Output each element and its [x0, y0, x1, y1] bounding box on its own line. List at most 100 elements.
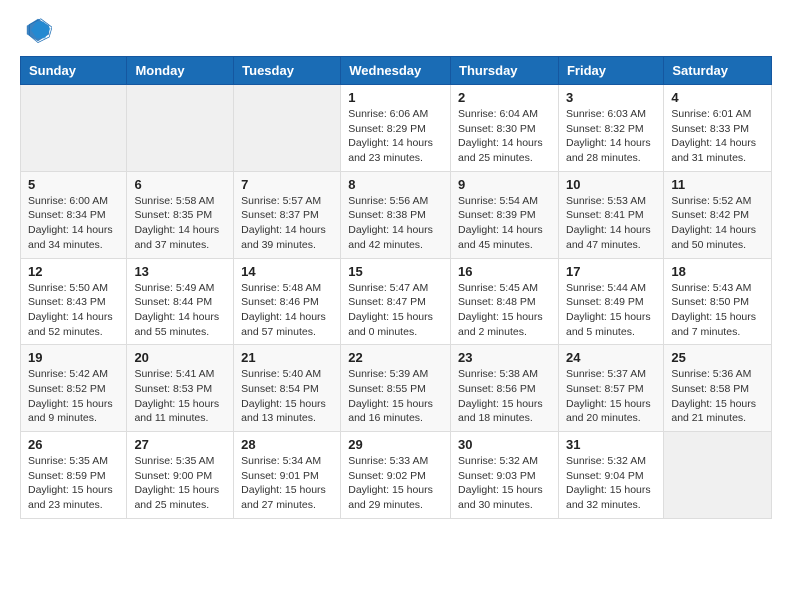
day-number: 9 [458, 177, 551, 192]
calendar-cell: 24 Sunrise: 5:37 AM Sunset: 8:57 PM Dayli… [558, 345, 663, 432]
day-info: Sunrise: 5:35 AM Sunset: 8:59 PM Dayligh… [28, 454, 119, 513]
day-number: 13 [134, 264, 226, 279]
day-number: 19 [28, 350, 119, 365]
calendar-cell: 7 Sunrise: 5:57 AM Sunset: 8:37 PM Daylig… [234, 171, 341, 258]
calendar-cell: 31 Sunrise: 5:32 AM Sunset: 9:04 PM Dayli… [558, 432, 663, 519]
calendar-cell: 26 Sunrise: 5:35 AM Sunset: 8:59 PM Dayli… [21, 432, 127, 519]
weekday-header-row: SundayMondayTuesdayWednesdayThursdayFrid… [21, 57, 772, 85]
calendar-week-2: 5Sunrise: 6:00 AM Sunset: 8:34 PM Daylig… [21, 171, 772, 258]
page: SundayMondayTuesdayWednesdayThursdayFrid… [0, 0, 792, 535]
calendar-cell: 2Sunrise: 6:04 AM Sunset: 8:30 PM Daylig… [451, 85, 559, 172]
day-info: Sunrise: 5:52 AM Sunset: 8:42 PM Dayligh… [671, 194, 764, 253]
day-number: 14 [241, 264, 333, 279]
calendar-cell: 11 Sunrise: 5:52 AM Sunset: 8:42 PM Dayli… [664, 171, 772, 258]
weekday-header-tuesday: Tuesday [234, 57, 341, 85]
day-number: 30 [458, 437, 551, 452]
day-info: Sunrise: 5:58 AM Sunset: 8:35 PM Dayligh… [134, 194, 226, 253]
calendar-cell: 19 Sunrise: 5:42 AM Sunset: 8:52 PM Dayli… [21, 345, 127, 432]
day-number: 23 [458, 350, 551, 365]
day-info: Sunrise: 6:04 AM Sunset: 8:30 PM Dayligh… [458, 107, 551, 166]
weekday-header-saturday: Saturday [664, 57, 772, 85]
calendar-cell: 4Sunrise: 6:01 AM Sunset: 8:33 PM Daylig… [664, 85, 772, 172]
calendar-cell [21, 85, 127, 172]
calendar-cell: 13 Sunrise: 5:49 AM Sunset: 8:44 PM Dayli… [127, 258, 234, 345]
day-info: Sunrise: 5:43 AM Sunset: 8:50 PM Dayligh… [671, 281, 764, 340]
day-info: Sunrise: 5:35 AM Sunset: 9:00 PM Dayligh… [134, 454, 226, 513]
day-info: Sunrise: 6:03 AM Sunset: 8:32 PM Dayligh… [566, 107, 656, 166]
day-number: 21 [241, 350, 333, 365]
day-info: Sunrise: 5:34 AM Sunset: 9:01 PM Dayligh… [241, 454, 333, 513]
day-info: Sunrise: 5:45 AM Sunset: 8:48 PM Dayligh… [458, 281, 551, 340]
day-info: Sunrise: 5:48 AM Sunset: 8:46 PM Dayligh… [241, 281, 333, 340]
day-number: 29 [348, 437, 443, 452]
day-info: Sunrise: 5:39 AM Sunset: 8:55 PM Dayligh… [348, 367, 443, 426]
weekday-header-friday: Friday [558, 57, 663, 85]
day-number: 28 [241, 437, 333, 452]
day-number: 11 [671, 177, 764, 192]
day-number: 26 [28, 437, 119, 452]
day-number: 3 [566, 90, 656, 105]
calendar-cell: 14 Sunrise: 5:48 AM Sunset: 8:46 PM Dayli… [234, 258, 341, 345]
day-number: 4 [671, 90, 764, 105]
calendar-cell: 30 Sunrise: 5:32 AM Sunset: 9:03 PM Dayli… [451, 432, 559, 519]
calendar-cell: 8 Sunrise: 5:56 AM Sunset: 8:38 PM Daylig… [341, 171, 451, 258]
logo-icon [24, 16, 52, 44]
calendar-cell: 3 Sunrise: 6:03 AM Sunset: 8:32 PM Daylig… [558, 85, 663, 172]
calendar-cell: 10 Sunrise: 5:53 AM Sunset: 8:41 PM Dayli… [558, 171, 663, 258]
calendar-cell: 16 Sunrise: 5:45 AM Sunset: 8:48 PM Dayli… [451, 258, 559, 345]
day-number: 6 [134, 177, 226, 192]
day-info: Sunrise: 5:36 AM Sunset: 8:58 PM Dayligh… [671, 367, 764, 426]
calendar-cell: 22Sunrise: 5:39 AM Sunset: 8:55 PM Dayli… [341, 345, 451, 432]
day-number: 16 [458, 264, 551, 279]
calendar-cell: 28 Sunrise: 5:34 AM Sunset: 9:01 PM Dayli… [234, 432, 341, 519]
day-number: 8 [348, 177, 443, 192]
weekday-header-monday: Monday [127, 57, 234, 85]
day-number: 24 [566, 350, 656, 365]
calendar-cell: 12Sunrise: 5:50 AM Sunset: 8:43 PM Dayli… [21, 258, 127, 345]
day-info: Sunrise: 5:47 AM Sunset: 8:47 PM Dayligh… [348, 281, 443, 340]
calendar-cell: 15 Sunrise: 5:47 AM Sunset: 8:47 PM Dayli… [341, 258, 451, 345]
day-info: Sunrise: 5:37 AM Sunset: 8:57 PM Dayligh… [566, 367, 656, 426]
day-info: Sunrise: 5:56 AM Sunset: 8:38 PM Dayligh… [348, 194, 443, 253]
calendar-cell [664, 432, 772, 519]
day-number: 15 [348, 264, 443, 279]
day-info: Sunrise: 5:40 AM Sunset: 8:54 PM Dayligh… [241, 367, 333, 426]
calendar-cell: 18 Sunrise: 5:43 AM Sunset: 8:50 PM Dayli… [664, 258, 772, 345]
day-info: Sunrise: 5:42 AM Sunset: 8:52 PM Dayligh… [28, 367, 119, 426]
day-info: Sunrise: 5:54 AM Sunset: 8:39 PM Dayligh… [458, 194, 551, 253]
day-info: Sunrise: 5:50 AM Sunset: 8:43 PM Dayligh… [28, 281, 119, 340]
calendar-cell: 6 Sunrise: 5:58 AM Sunset: 8:35 PM Daylig… [127, 171, 234, 258]
calendar-cell: 17 Sunrise: 5:44 AM Sunset: 8:49 PM Dayli… [558, 258, 663, 345]
calendar-cell: 20Sunrise: 5:41 AM Sunset: 8:53 PM Dayli… [127, 345, 234, 432]
day-info: Sunrise: 5:49 AM Sunset: 8:44 PM Dayligh… [134, 281, 226, 340]
calendar-week-4: 19 Sunrise: 5:42 AM Sunset: 8:52 PM Dayli… [21, 345, 772, 432]
day-info: Sunrise: 5:44 AM Sunset: 8:49 PM Dayligh… [566, 281, 656, 340]
calendar-cell: 1Sunrise: 6:06 AM Sunset: 8:29 PM Daylig… [341, 85, 451, 172]
calendar-week-5: 26 Sunrise: 5:35 AM Sunset: 8:59 PM Dayli… [21, 432, 772, 519]
day-number: 17 [566, 264, 656, 279]
day-info: Sunrise: 5:32 AM Sunset: 9:04 PM Dayligh… [566, 454, 656, 513]
weekday-header-wednesday: Wednesday [341, 57, 451, 85]
day-info: Sunrise: 5:57 AM Sunset: 8:37 PM Dayligh… [241, 194, 333, 253]
day-number: 25 [671, 350, 764, 365]
calendar-cell: 29 Sunrise: 5:33 AM Sunset: 9:02 PM Dayli… [341, 432, 451, 519]
calendar-week-1: 1Sunrise: 6:06 AM Sunset: 8:29 PM Daylig… [21, 85, 772, 172]
day-number: 7 [241, 177, 333, 192]
day-number: 18 [671, 264, 764, 279]
calendar-cell: 25 Sunrise: 5:36 AM Sunset: 8:58 PM Dayli… [664, 345, 772, 432]
day-number: 20 [134, 350, 226, 365]
day-info: Sunrise: 5:53 AM Sunset: 8:41 PM Dayligh… [566, 194, 656, 253]
calendar-week-3: 12Sunrise: 5:50 AM Sunset: 8:43 PM Dayli… [21, 258, 772, 345]
calendar-cell: 23Sunrise: 5:38 AM Sunset: 8:56 PM Dayli… [451, 345, 559, 432]
calendar-cell: 5Sunrise: 6:00 AM Sunset: 8:34 PM Daylig… [21, 171, 127, 258]
day-info: Sunrise: 6:06 AM Sunset: 8:29 PM Dayligh… [348, 107, 443, 166]
calendar-table: SundayMondayTuesdayWednesdayThursdayFrid… [20, 56, 772, 519]
calendar-cell: 9 Sunrise: 5:54 AM Sunset: 8:39 PM Daylig… [451, 171, 559, 258]
day-info: Sunrise: 5:32 AM Sunset: 9:03 PM Dayligh… [458, 454, 551, 513]
day-number: 31 [566, 437, 656, 452]
day-number: 10 [566, 177, 656, 192]
day-info: Sunrise: 5:33 AM Sunset: 9:02 PM Dayligh… [348, 454, 443, 513]
calendar-cell: 21 Sunrise: 5:40 AM Sunset: 8:54 PM Dayli… [234, 345, 341, 432]
header [20, 16, 772, 44]
calendar-cell: 27Sunrise: 5:35 AM Sunset: 9:00 PM Dayli… [127, 432, 234, 519]
